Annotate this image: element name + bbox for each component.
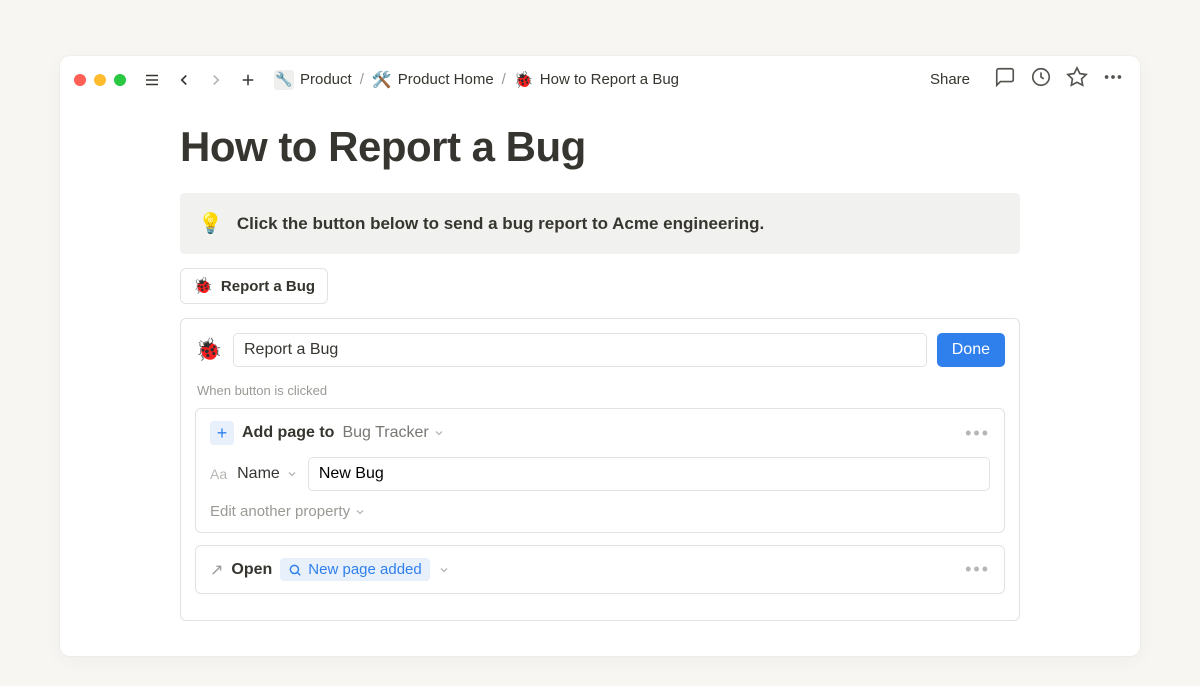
action-verb: Open	[231, 561, 272, 579]
breadcrumb-separator: /	[360, 71, 364, 88]
action-header: ↗ Open New page added •••	[210, 558, 990, 581]
breadcrumb-label: Product Home	[398, 71, 494, 88]
config-header: 🐞 Done	[195, 333, 1005, 367]
window-controls	[74, 74, 126, 86]
action-more-icon[interactable]: •••	[965, 423, 990, 444]
lightbulb-icon: 💡	[198, 211, 223, 236]
more-icon[interactable]	[1102, 66, 1124, 93]
property-value-input[interactable]	[308, 457, 990, 491]
report-bug-button[interactable]: 🐞 Report a Bug	[180, 268, 328, 304]
open-arrow-icon: ↗	[210, 560, 223, 580]
wrench-icon: 🔧	[274, 70, 294, 90]
search-icon	[288, 563, 302, 577]
topbar-actions	[994, 66, 1124, 93]
property-row: Aa Name	[210, 457, 990, 491]
back-icon[interactable]	[172, 68, 196, 92]
zoom-window-icon[interactable]	[114, 74, 126, 86]
plus-icon: +	[210, 421, 234, 445]
chevron-down-icon	[433, 427, 445, 439]
app-window: 🔧 Product / 🛠️ Product Home / 🐞 How to R…	[60, 56, 1140, 656]
action-add-page[interactable]: + Add page to Bug Tracker ••• Aa Name	[195, 408, 1005, 533]
open-target-pill[interactable]: New page added	[280, 558, 429, 581]
favorite-icon[interactable]	[1066, 66, 1088, 93]
done-button[interactable]: Done	[937, 333, 1005, 367]
action-header: + Add page to Bug Tracker •••	[210, 421, 990, 445]
action-target-select[interactable]: Bug Tracker	[342, 424, 444, 442]
breadcrumb-label: How to Report a Bug	[540, 71, 679, 88]
updates-icon[interactable]	[1030, 66, 1052, 93]
trigger-label: When button is clicked	[197, 383, 1003, 398]
new-page-icon[interactable]	[236, 68, 260, 92]
property-select[interactable]: Name	[237, 465, 298, 483]
minimize-window-icon[interactable]	[94, 74, 106, 86]
breadcrumb-label: Product	[300, 71, 352, 88]
text-property-icon: Aa	[210, 466, 227, 482]
chevron-down-icon	[438, 564, 450, 576]
callout-text: Click the button below to send a bug rep…	[237, 214, 764, 234]
page-content: How to Report a Bug 💡 Click the button b…	[60, 103, 1140, 621]
action-more-icon[interactable]: •••	[965, 559, 990, 580]
close-window-icon[interactable]	[74, 74, 86, 86]
breadcrumb-item-product[interactable]: 🔧 Product	[272, 68, 354, 92]
button-name-input[interactable]	[233, 333, 927, 367]
callout-block[interactable]: 💡 Click the button below to send a bug r…	[180, 193, 1020, 254]
breadcrumb-item-product-home[interactable]: 🛠️ Product Home	[370, 68, 496, 92]
ladybug-icon: 🐞	[514, 70, 534, 90]
forward-icon[interactable]	[204, 68, 228, 92]
action-open[interactable]: ↗ Open New page added •••	[195, 545, 1005, 594]
share-button[interactable]: Share	[924, 67, 976, 92]
tools-icon: 🛠️	[372, 70, 392, 90]
ladybug-icon: 🐞	[193, 276, 213, 296]
edit-another-property[interactable]: Edit another property	[210, 503, 990, 520]
menu-icon[interactable]	[140, 68, 164, 92]
comments-icon[interactable]	[994, 66, 1016, 93]
button-label: Report a Bug	[221, 278, 315, 295]
chevron-down-icon	[354, 506, 366, 518]
button-config-panel: 🐞 Done When button is clicked + Add page…	[180, 318, 1020, 621]
breadcrumb-item-current[interactable]: 🐞 How to Report a Bug	[512, 68, 681, 92]
action-verb: Add page to	[242, 424, 334, 442]
page-title: How to Report a Bug	[180, 123, 1020, 171]
chevron-down-icon	[286, 468, 298, 480]
breadcrumb: 🔧 Product / 🛠️ Product Home / 🐞 How to R…	[272, 68, 681, 92]
breadcrumb-separator: /	[502, 71, 506, 88]
topbar: 🔧 Product / 🛠️ Product Home / 🐞 How to R…	[60, 56, 1140, 103]
ladybug-icon[interactable]: 🐞	[195, 336, 223, 364]
